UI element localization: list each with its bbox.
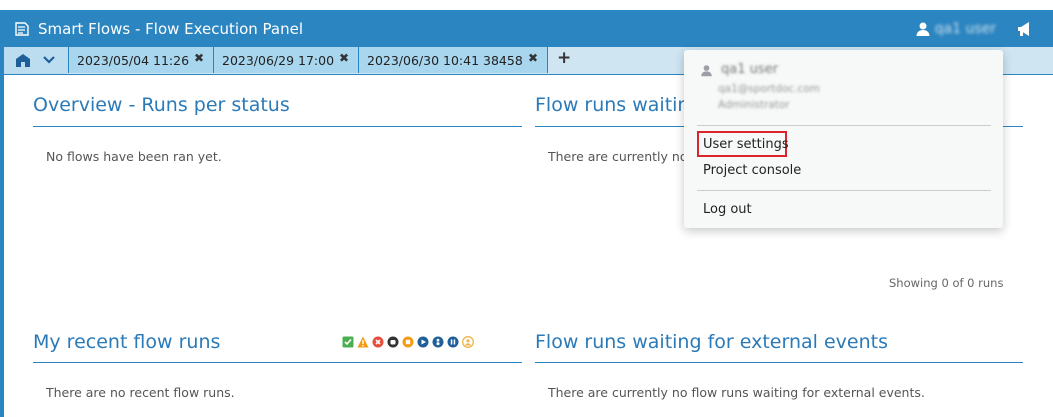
warning-icon[interactable] — [357, 336, 369, 348]
tab-run-2[interactable]: 2023/06/29 17:00 ✖ — [213, 47, 358, 73]
tab-label: 2023/05/04 11:26 — [77, 52, 190, 68]
waiting-pagination-info: Showing 0 of 0 runs — [889, 276, 1004, 290]
overview-empty-text: No flows have been ran yet. — [46, 149, 222, 164]
pause-icon[interactable] — [447, 336, 459, 348]
hand-icon[interactable] — [387, 336, 399, 348]
external-title: Flow runs waiting for external events — [535, 331, 888, 353]
play-icon[interactable] — [417, 336, 429, 348]
completed-icon[interactable] — [342, 336, 354, 348]
user-menu-toggle[interactable]: qa1 user — [915, 10, 996, 47]
user-settings-item[interactable]: User settings — [703, 137, 789, 152]
user-name: qa1 user — [934, 20, 996, 37]
user-dropdown-menu: qa1 user qa1@sportdoc.com Administrator … — [684, 50, 1003, 228]
error-icon[interactable] — [372, 336, 384, 348]
waiting-title: Flow runs waiting — [535, 94, 702, 116]
divider — [535, 362, 1023, 363]
divider — [33, 126, 522, 127]
recent-empty-text: There are no recent flow runs. — [46, 385, 235, 400]
megaphone-icon[interactable] — [1015, 19, 1035, 39]
user-icon — [916, 22, 930, 36]
stop-icon[interactable] — [402, 336, 414, 348]
tab-run-3[interactable]: 2023/06/30 10:41 38458 ✖ — [358, 47, 548, 73]
close-icon[interactable]: ✖ — [194, 51, 204, 65]
tab-label: 2023/06/30 10:41 38458 — [367, 52, 523, 68]
chevron-down-icon[interactable] — [43, 55, 55, 65]
status-filter-bar — [342, 336, 474, 348]
overview-title: Overview - Runs per status — [33, 94, 290, 116]
app-title-text: Smart Flows - Flow Execution Panel — [38, 19, 303, 38]
flows-icon — [15, 21, 29, 36]
external-empty-text: There are currently no flow runs waiting… — [548, 385, 925, 400]
user-menu-name: qa1 user — [721, 62, 778, 77]
add-tab-button[interactable]: + — [557, 48, 571, 68]
left-border — [0, 47, 4, 417]
app-title: Smart Flows - Flow Execution Panel — [14, 10, 303, 47]
menu-divider — [697, 125, 991, 126]
divider — [33, 362, 522, 363]
user-wait-icon[interactable] — [462, 336, 474, 348]
user-menu-role: Administrator — [718, 99, 790, 111]
user-menu-email: qa1@sportdoc.com — [718, 83, 820, 95]
home-icon — [16, 54, 30, 67]
tab-label: 2023/06/29 17:00 — [222, 52, 335, 68]
tab-run-1[interactable]: 2023/05/04 11:26 ✖ — [68, 47, 213, 73]
menu-divider — [697, 190, 991, 191]
close-icon[interactable]: ✖ — [528, 51, 538, 65]
close-icon[interactable]: ✖ — [339, 51, 349, 65]
recent-title: My recent flow runs — [33, 331, 221, 353]
waiting-empty-text: There are currently no — [548, 149, 688, 164]
project-console-item[interactable]: Project console — [703, 163, 801, 178]
app-header: Smart Flows - Flow Execution Panel qa1 u… — [0, 10, 1053, 47]
log-out-item[interactable]: Log out — [703, 202, 752, 217]
home-tab[interactable] — [4, 47, 68, 74]
pending-icon[interactable] — [432, 336, 444, 348]
user-icon — [701, 65, 712, 77]
